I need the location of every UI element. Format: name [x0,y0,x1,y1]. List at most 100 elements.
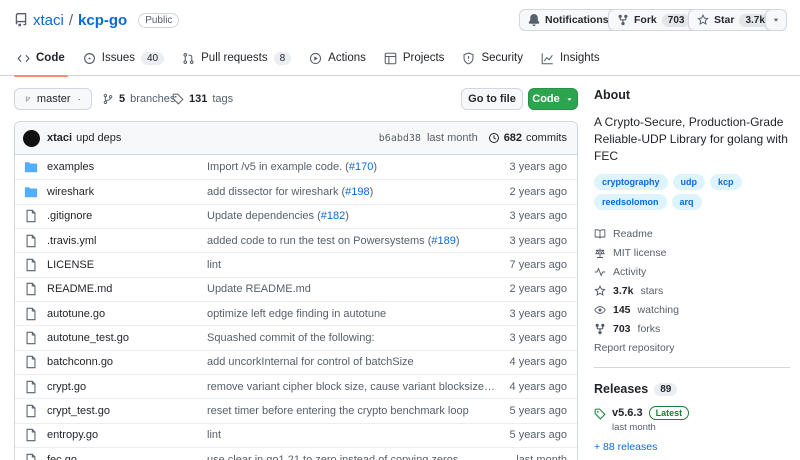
readme-link[interactable]: Readme [594,224,790,243]
tab-insights[interactable]: Insights [532,40,609,76]
report-repository-link[interactable]: Report repository [594,338,790,357]
license-link[interactable]: MIT license [594,243,790,262]
file-name-link[interactable]: batchconn.go [47,356,207,368]
releases-heading[interactable]: Releases 89 [594,382,790,396]
file-name-link[interactable]: README.md [47,283,207,295]
file-commit-message[interactable]: added code to run the test on Powersyste… [207,235,497,247]
pull-request-link[interactable]: #182 [321,210,345,222]
repo-sidebar: About A Crypto-Secure, Production-Grade … [594,88,790,453]
table-row[interactable]: .gitignore Update dependencies (#182) 3 ye… [15,203,577,228]
table-row[interactable]: wireshark add dissector for wireshark (#1… [15,179,577,203]
table-row[interactable]: examples Import /v5 in example code. (#17… [15,155,577,179]
tab-pull-requests[interactable]: Pull requests 8 [173,40,300,76]
forks-link[interactable]: 703 forks [594,319,790,338]
file-icon [26,356,36,369]
table-row[interactable]: entropy.go lint 5 years ago [15,422,577,447]
forks-label: forks [637,322,661,335]
file-name-link[interactable]: .gitignore [47,210,207,222]
table-row[interactable]: autotune_test.go Squashed commit of the f… [15,325,577,349]
more-releases-link[interactable]: + 88 releases [594,441,790,453]
table-row[interactable]: crypt.go remove variant cipher block size… [15,374,577,398]
table-row[interactable]: LICENSE lint 7 years ago [15,252,577,276]
tab-issues[interactable]: Issues 40 [74,40,173,76]
repo-owner-link[interactable]: xtaci [33,12,64,29]
file-name-link[interactable]: autotune_test.go [47,332,207,344]
forks-count: 703 [613,322,631,335]
release-time: last month [612,422,656,433]
table-row[interactable]: README.md Update README.md 2 years ago [15,276,577,301]
topic-tag[interactable]: cryptography [594,174,668,190]
file-name-link[interactable]: entropy.go [47,429,207,441]
fork-button[interactable]: Fork 703 [608,9,700,31]
commit-message-text: add uncorkInternal for control of batchS… [207,356,414,369]
repo-header: xtaci / kcp-go Public Notifications Fork… [0,0,800,77]
topic-tag[interactable]: kcp [710,174,742,190]
commits-history-link[interactable]: 682 commits [488,132,567,144]
watchers-link[interactable]: 145 watching [594,300,790,319]
table-row[interactable]: batchconn.go add uncorkInternal for contr… [15,349,577,374]
folder-icon [24,162,38,173]
tags-link[interactable]: 131 tags [172,88,233,110]
star-dropdown-button[interactable] [765,9,787,31]
license-label: MIT license [613,246,667,259]
stars-label: stars [640,284,664,297]
file-commit-message[interactable]: lint [207,429,497,441]
topic-tag[interactable]: arq [671,194,702,210]
repo-separator: / [68,11,74,29]
file-commit-message[interactable]: Update README.md [207,283,497,295]
tab-code[interactable]: Code [8,40,74,77]
pull-request-link[interactable]: #189 [431,235,455,247]
bell-icon [528,14,540,26]
avatar[interactable] [23,129,40,147]
commit-message-text: Squashed commit of the following: [207,332,375,345]
file-name-link[interactable]: fec.go [47,454,207,460]
about-description: A Crypto-Secure, Production-Grade Reliab… [594,115,788,163]
pull-request-link[interactable]: #198 [345,186,369,198]
latest-commit-bar: xtaci upd deps b6abd38 last month 682 co… [15,122,577,155]
topic-tag[interactable]: reedsolomon [594,194,667,210]
file-commit-message[interactable]: Squashed commit of the following: [207,332,497,344]
file-name-link[interactable]: LICENSE [47,259,207,271]
commit-message-link[interactable]: upd deps [76,132,121,144]
stars-link[interactable]: 3.7k stars [594,281,790,300]
file-name-link[interactable]: wireshark [47,186,207,198]
file-commit-message[interactable]: Import /v5 in example code. (#170) [207,161,497,173]
file-commit-message[interactable]: add uncorkInternal for control of batchS… [207,356,497,368]
file-name-link[interactable]: .travis.yml [47,235,207,247]
file-commit-message[interactable]: add dissector for wireshark (#198) [207,186,497,198]
table-row[interactable]: crypt_test.go reset timer before entering… [15,398,577,422]
tab-insights-label: Insights [559,52,600,64]
file-name-link[interactable]: examples [47,161,207,173]
file-name-link[interactable]: crypt_test.go [47,405,207,417]
tab-actions[interactable]: Actions [300,40,375,76]
star-icon [697,14,709,25]
tab-projects[interactable]: Projects [375,40,454,76]
pull-request-link[interactable]: #170 [349,161,373,173]
file-name-link[interactable]: autotune.go [47,308,207,320]
branch-select-button[interactable]: master [14,88,92,110]
code-dropdown-button[interactable]: Code [528,88,578,110]
table-row[interactable]: autotune.go optimize left edge finding in… [15,301,577,325]
commit-hash-link[interactable]: b6abd38 [379,133,421,144]
pulse-icon [594,266,606,277]
file-commit-message[interactable]: Update dependencies (#182) [207,210,497,222]
file-commit-message[interactable]: remove variant cipher block size, cause … [207,381,497,393]
table-row[interactable]: fec.go use clear in go1.21 to zero instea… [15,447,577,460]
commit-author-link[interactable]: xtaci [47,132,72,144]
activity-link[interactable]: Activity [594,262,790,281]
table-icon [384,52,397,64]
go-to-file-button[interactable]: Go to file [461,88,523,110]
tags-count: 131 [189,93,208,105]
notifications-button[interactable]: Notifications [519,9,618,31]
tab-security[interactable]: Security [453,40,532,76]
file-name-link[interactable]: crypt.go [47,381,207,393]
topic-tag[interactable]: udp [672,174,706,190]
branches-link[interactable]: 5 branches [102,88,175,110]
file-commit-message[interactable]: optimize left edge finding in autotune [207,308,497,320]
repo-name-link[interactable]: kcp-go [78,12,127,29]
file-commit-message[interactable]: reset timer before entering the crypto b… [207,405,497,417]
file-commit-message[interactable]: use clear in go1.21 to zero instead of c… [207,454,497,460]
latest-release[interactable]: v5.6.3 Latest last month [594,406,790,433]
table-row[interactable]: .travis.yml added code to run the test on… [15,228,577,252]
file-commit-message[interactable]: lint [207,259,497,271]
